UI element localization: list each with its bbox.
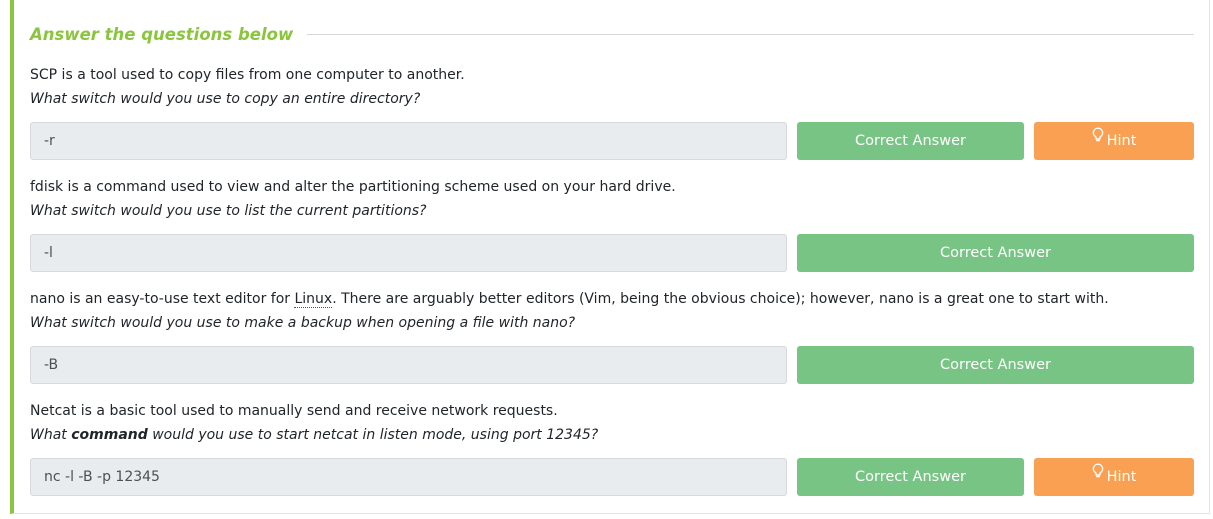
hint-button[interactable]: Hint bbox=[1034, 458, 1194, 496]
question-text-end: . There are arguably better editors (Vim… bbox=[332, 291, 1109, 307]
question-4: Netcat is a basic tool used to manually … bbox=[30, 399, 1194, 496]
answer-field[interactable]: -l bbox=[30, 234, 787, 272]
question-prompt: What command would you use to start netc… bbox=[30, 423, 1194, 447]
prompt-start: What bbox=[30, 427, 72, 443]
hint-button[interactable]: Hint bbox=[1034, 122, 1194, 160]
hint-label: Hint bbox=[1106, 133, 1137, 149]
questions-panel: Answer the questions below SCP is a tool… bbox=[10, 0, 1210, 514]
question-3: nano is an easy-to-use text editor for L… bbox=[30, 287, 1194, 384]
prompt-end: would you use to start netcat in listen … bbox=[147, 427, 599, 443]
answer-row: -l Correct Answer bbox=[30, 234, 1194, 272]
correct-answer-button[interactable]: Correct Answer bbox=[797, 458, 1024, 496]
section-header: Answer the questions below bbox=[30, 22, 1194, 46]
question-1: SCP is a tool used to copy files from on… bbox=[30, 63, 1194, 160]
heading-divider bbox=[307, 33, 1194, 35]
hint-label: Hint bbox=[1106, 469, 1137, 485]
linux-abbreviation[interactable]: Linux bbox=[294, 291, 333, 308]
question-text-start: nano is an easy-to-use text editor for bbox=[30, 291, 295, 307]
lightbulb-icon bbox=[1092, 120, 1104, 158]
answer-row: -r Correct Answer Hint bbox=[30, 122, 1194, 160]
question-text: fdisk is a command used to view and alte… bbox=[30, 179, 676, 195]
question-prompt: What switch would you use to copy an ent… bbox=[30, 91, 421, 107]
section-heading: Answer the questions below bbox=[30, 24, 294, 44]
question-text: nano is an easy-to-use text editor for L… bbox=[30, 287, 1194, 311]
correct-answer-button[interactable]: Correct Answer bbox=[797, 346, 1194, 384]
question-2: fdisk is a command used to view and alte… bbox=[30, 175, 1194, 272]
correct-answer-button[interactable]: Correct Answer bbox=[797, 234, 1194, 272]
answer-row: nc -l -B -p 12345 Correct Answer Hint bbox=[30, 458, 1194, 496]
answer-row: -B Correct Answer bbox=[30, 346, 1194, 384]
question-text: Netcat is a basic tool used to manually … bbox=[30, 403, 558, 419]
correct-answer-button[interactable]: Correct Answer bbox=[797, 122, 1024, 160]
lightbulb-icon bbox=[1092, 456, 1104, 494]
question-prompt: What switch would you use to make a back… bbox=[30, 315, 576, 331]
question-text: SCP is a tool used to copy files from on… bbox=[30, 67, 465, 83]
answer-field[interactable]: -B bbox=[30, 346, 787, 384]
question-prompt: What switch would you use to list the cu… bbox=[30, 203, 427, 219]
prompt-bold-word: command bbox=[71, 427, 148, 443]
answer-field[interactable]: -r bbox=[30, 122, 787, 160]
answer-field[interactable]: nc -l -B -p 12345 bbox=[30, 458, 787, 496]
